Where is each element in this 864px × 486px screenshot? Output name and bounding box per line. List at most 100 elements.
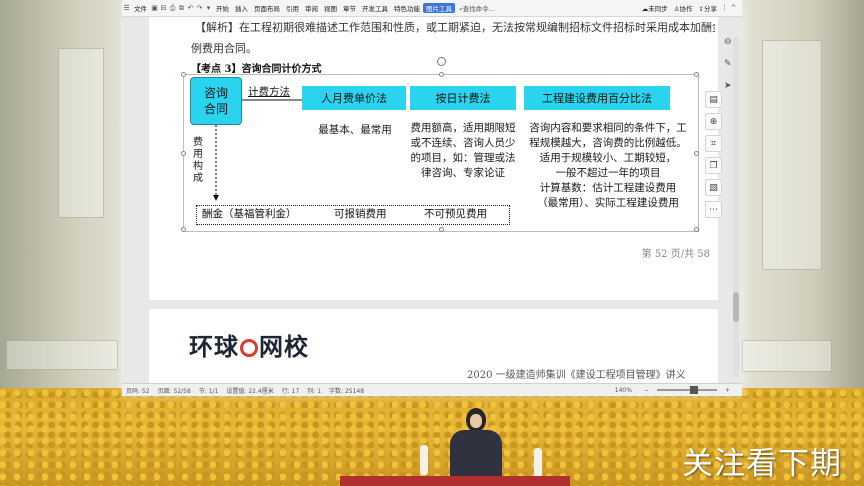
method-label-daily: 按日计费法 bbox=[435, 92, 491, 105]
cost-item-contingency: 不可预见费用 bbox=[424, 208, 487, 220]
more-icon[interactable]: ⋯ bbox=[705, 201, 722, 218]
menu-picture-tools[interactable]: 图片工具 bbox=[423, 3, 455, 13]
cursor-icon[interactable]: ➤ bbox=[724, 81, 732, 91]
save-icon[interactable]: ⊟ bbox=[159, 4, 168, 12]
zoom-value: 140% bbox=[614, 386, 632, 394]
hamburger-icon[interactable]: ☰ bbox=[122, 4, 131, 12]
zoom-slider[interactable] bbox=[656, 386, 717, 394]
share-button[interactable]: ⇪分享 bbox=[696, 3, 720, 13]
note-daily: 费用额高，适用期限短 或不连续、咨询人员少 的项目，如：管理或法 律咨询、专家论… bbox=[406, 121, 520, 181]
brand-o-icon bbox=[240, 339, 258, 357]
document-page-next: 环球 网校 2020 一级建造师集训《建设工程项目管理》讲义 bbox=[149, 309, 718, 383]
command-search[interactable]: ⌕查找命令... bbox=[459, 3, 495, 14]
consulting-contract-box: 咨询合同 bbox=[190, 77, 242, 125]
menu-right-group: ☁未同步 ♙协作 ⇪分享 ⋮ ^ bbox=[639, 3, 742, 13]
projected-screen: ☰ 文件 ▣ ⊟ ⎙ ⧉ ↶ ↷ ▾ 开始 插入 页面布局 引用 审阅 视图 章… bbox=[122, 0, 742, 396]
menu-dev-tools[interactable]: 开发工具 bbox=[359, 3, 391, 13]
note-line: 适用于规模较小、工期较短， bbox=[539, 152, 677, 164]
vertical-scrollbar[interactable] bbox=[733, 37, 739, 377]
ghost-taskbar-right bbox=[742, 340, 832, 372]
menu-insert[interactable]: 插入 bbox=[232, 3, 251, 13]
arrow-head bbox=[213, 195, 219, 201]
billing-method-label: 计费方法 bbox=[248, 86, 290, 98]
projection-spill-left bbox=[0, 0, 122, 395]
method-box-daily: 按日计费法 bbox=[410, 86, 516, 110]
collapse-icon[interactable]: ⊖ bbox=[724, 37, 732, 47]
zoom-control: 140% − + bbox=[607, 386, 742, 394]
stage-lamp bbox=[420, 445, 428, 475]
ghost-taskbar-left bbox=[6, 340, 118, 370]
open-icon[interactable]: ▣ bbox=[150, 4, 159, 12]
menu-file[interactable]: 文件 bbox=[131, 3, 150, 13]
more-icon[interactable]: ⋮ bbox=[720, 4, 729, 12]
brand-right: 网校 bbox=[259, 333, 309, 361]
rotate-handle[interactable] bbox=[437, 57, 446, 66]
status-col: 列: 1 bbox=[307, 387, 322, 395]
pen-icon[interactable]: ✎ bbox=[724, 59, 732, 69]
cost-structure-label: 费用构成 bbox=[193, 137, 203, 184]
command-search-label: 查找命令... bbox=[462, 4, 495, 13]
scrollbar-thumb[interactable] bbox=[733, 292, 739, 322]
zoom-slider-knob[interactable] bbox=[689, 386, 698, 394]
explanation-line: 【解析】在工程初期很难描述工作范围和性质，或工期紧迫，无法按常规编制招标文件招标… bbox=[195, 21, 715, 34]
status-wordcount: 字数: 25148 bbox=[329, 387, 365, 395]
undo-icon[interactable]: ↶ bbox=[186, 4, 195, 12]
menu-page-layout[interactable]: 页面布局 bbox=[251, 3, 283, 13]
status-page: 页码: 52 bbox=[126, 387, 150, 395]
note-line: 一般不超过一年的项目 bbox=[555, 167, 661, 179]
chevron-down-icon[interactable]: ▾ bbox=[204, 4, 213, 12]
note-percentage: 咨询内容和要求相同的条件下，工 程规模越大，咨询费的比例越低。 适用于规模较小、… bbox=[522, 121, 694, 211]
crop-icon[interactable]: ⌗ bbox=[705, 135, 722, 152]
page-footer: 第 52 页/共 58 bbox=[641, 249, 710, 260]
stage-lamp bbox=[534, 448, 542, 478]
menu-sections[interactable]: 章节 bbox=[340, 3, 359, 13]
ghost-toolbar-left bbox=[58, 48, 104, 218]
method-box-monthly: 人月费单价法 bbox=[302, 86, 406, 110]
method-label-percentage: 工程建设费用百分比法 bbox=[542, 92, 652, 105]
note-line: 的项目，如：管理或法 bbox=[410, 152, 516, 164]
stage-banner bbox=[340, 476, 570, 486]
note-line: 最基本、最常用 bbox=[318, 124, 392, 136]
ghost-sidebar-right bbox=[762, 40, 822, 270]
collapse-icon[interactable]: ^ bbox=[729, 4, 738, 12]
selected-figure[interactable]: 咨询合同 计费方法 人月费单价法 按日计费法 工程建设费用百分比法 最基本、最常… bbox=[181, 72, 699, 232]
method-label-monthly: 人月费单价法 bbox=[321, 92, 387, 105]
explanation-line-2: 例费用合同。 bbox=[191, 42, 257, 55]
collaborate-button[interactable]: ♙协作 bbox=[671, 3, 696, 13]
note-line: 计算基数：估计工程建设费用 bbox=[539, 182, 677, 194]
zoom-out-icon[interactable]: − bbox=[640, 387, 653, 394]
presenter bbox=[448, 408, 504, 486]
note-line: 律咨询、专家论证 bbox=[421, 167, 505, 179]
document-area[interactable]: 【解析】在工程初期很难描述工作范围和性质，或工期紧迫，无法按常规编制招标文件招标… bbox=[122, 17, 742, 383]
image-icon[interactable]: ▧ bbox=[705, 179, 722, 196]
consulting-contract-label: 咨询合同 bbox=[203, 86, 228, 116]
collaborate-label: 协作 bbox=[679, 5, 693, 13]
copy-icon[interactable]: ❐ bbox=[705, 157, 722, 174]
cost-item-reimbursable: 可报销费用 bbox=[334, 208, 387, 220]
follow-caption: 关注看下期 bbox=[682, 446, 842, 482]
print-icon[interactable]: ⎙ bbox=[168, 4, 177, 13]
status-bar: 页码: 52 页面: 52/58 节: 1/1 设置值: 22.4厘米 行: 1… bbox=[122, 383, 742, 396]
menu-view[interactable]: 视图 bbox=[321, 3, 340, 13]
sync-label: 未同步 bbox=[648, 5, 668, 13]
menu-review[interactable]: 审阅 bbox=[302, 3, 321, 13]
status-row: 行: 17 bbox=[281, 387, 300, 395]
zoom-in-icon[interactable]: + bbox=[721, 387, 734, 394]
share-label: 分享 bbox=[704, 5, 717, 13]
note-monthly: 最基本、最常用 bbox=[312, 123, 398, 138]
header-text: 2020 一级建造师集训《建设工程项目管理》讲义 bbox=[467, 370, 686, 381]
menu-references[interactable]: 引用 bbox=[283, 3, 302, 13]
note-line: 程规模越大，咨询费的比例越低。 bbox=[529, 137, 687, 149]
menu-home[interactable]: 开始 bbox=[213, 3, 232, 13]
menu-features[interactable]: 特色功能 bbox=[391, 3, 423, 13]
sync-status[interactable]: ☁未同步 bbox=[639, 3, 671, 13]
layout-icon[interactable]: ▤ bbox=[705, 91, 722, 108]
status-pages: 页面: 52/58 bbox=[157, 387, 191, 395]
preview-icon[interactable]: ⧉ bbox=[177, 4, 186, 13]
note-line: （最常用）、实际工程建设费用 bbox=[537, 197, 679, 209]
brand-left: 环球 bbox=[189, 333, 239, 361]
method-box-percentage: 工程建设费用百分比法 bbox=[524, 86, 670, 110]
status-position: 设置值: 22.4厘米 bbox=[226, 387, 274, 395]
zoom-icon[interactable]: ⊕ bbox=[705, 113, 722, 130]
redo-icon[interactable]: ↷ bbox=[195, 4, 204, 12]
